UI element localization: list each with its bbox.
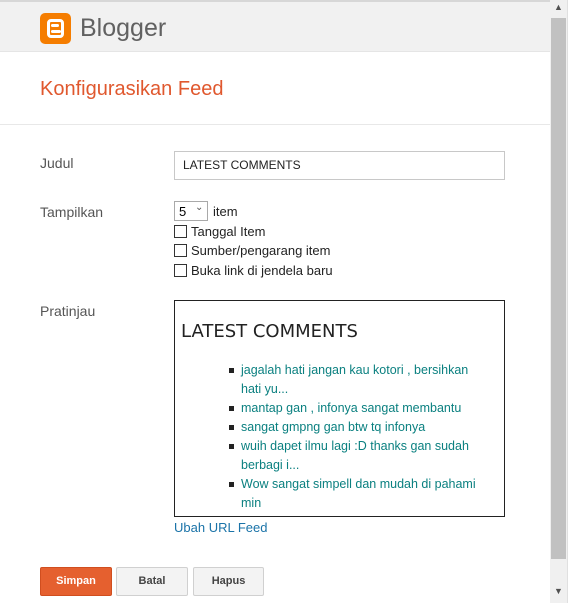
title-area: Konfigurasikan Feed xyxy=(0,53,550,125)
item-source-checkbox[interactable] xyxy=(174,244,187,257)
new-window-label: Buka link di jendela baru xyxy=(191,263,333,278)
show-label: Tampilkan xyxy=(40,204,104,220)
preview-label: Pratinjau xyxy=(40,303,96,319)
save-button[interactable]: Simpan xyxy=(40,567,112,596)
comment-link[interactable]: mantap gan , infonya sangat membantu xyxy=(241,401,461,415)
item-count-suffix: item xyxy=(213,204,238,219)
list-item[interactable]: Wow sangat simpell dan mudah di pahami m… xyxy=(229,475,491,513)
new-window-checkbox[interactable] xyxy=(174,264,187,277)
window-edge xyxy=(567,0,587,603)
comment-link-continued[interactable]: berbagi i... xyxy=(241,458,299,472)
top-bar: Blogger xyxy=(0,0,550,52)
scroll-down-icon[interactable]: ▼ xyxy=(550,586,567,602)
comment-link[interactable]: jagalah hati jangan kau kotori , bersihk… xyxy=(241,363,468,377)
comment-link-continued[interactable]: min xyxy=(241,496,261,510)
list-item[interactable]: jagalah hati jangan kau kotori , bersihk… xyxy=(229,361,491,399)
item-count-value: 5 xyxy=(179,204,187,219)
item-date-checkbox[interactable] xyxy=(174,225,187,238)
change-feed-url-link[interactable]: Ubah URL Feed xyxy=(174,520,267,535)
item-count-select[interactable]: 5 ⌄ xyxy=(174,201,208,221)
item-date-label: Tanggal Item xyxy=(191,224,266,239)
preview-list: jagalah hati jangan kau kotori , bersihk… xyxy=(229,361,491,513)
delete-button[interactable]: Hapus xyxy=(193,567,264,596)
list-item[interactable]: wuih dapet ilmu lagi :D thanks gan sudah… xyxy=(229,437,491,475)
list-item[interactable]: sangat gmpng gan btw tq infonya xyxy=(229,418,491,437)
brand-name[interactable]: Blogger xyxy=(80,14,166,43)
feed-preview: LATEST COMMENTS jagalah hati jangan kau … xyxy=(174,300,505,517)
chevron-down-icon: ⌄ xyxy=(195,202,204,213)
scroll-up-icon[interactable]: ▲ xyxy=(550,2,567,18)
scrollbar-thumb[interactable] xyxy=(551,18,566,559)
cancel-button[interactable]: Batal xyxy=(116,567,188,596)
title-label: Judul xyxy=(40,155,74,171)
preview-heading: LATEST COMMENTS xyxy=(181,321,358,342)
comment-link[interactable]: Wow sangat simpell dan mudah di pahami xyxy=(241,477,476,491)
page-title: Konfigurasikan Feed xyxy=(40,78,224,100)
comment-link[interactable]: sangat gmpng gan btw tq infonya xyxy=(241,420,425,434)
comment-link-continued[interactable]: hati yu... xyxy=(241,382,288,396)
comment-link[interactable]: wuih dapet ilmu lagi :D thanks gan sudah xyxy=(241,439,469,453)
list-item[interactable]: mantap gan , infonya sangat membantu xyxy=(229,399,491,418)
item-source-label: Sumber/pengarang item xyxy=(191,243,331,258)
title-input[interactable]: LATEST COMMENTS xyxy=(174,151,505,180)
blogger-logo-icon[interactable] xyxy=(40,13,71,44)
